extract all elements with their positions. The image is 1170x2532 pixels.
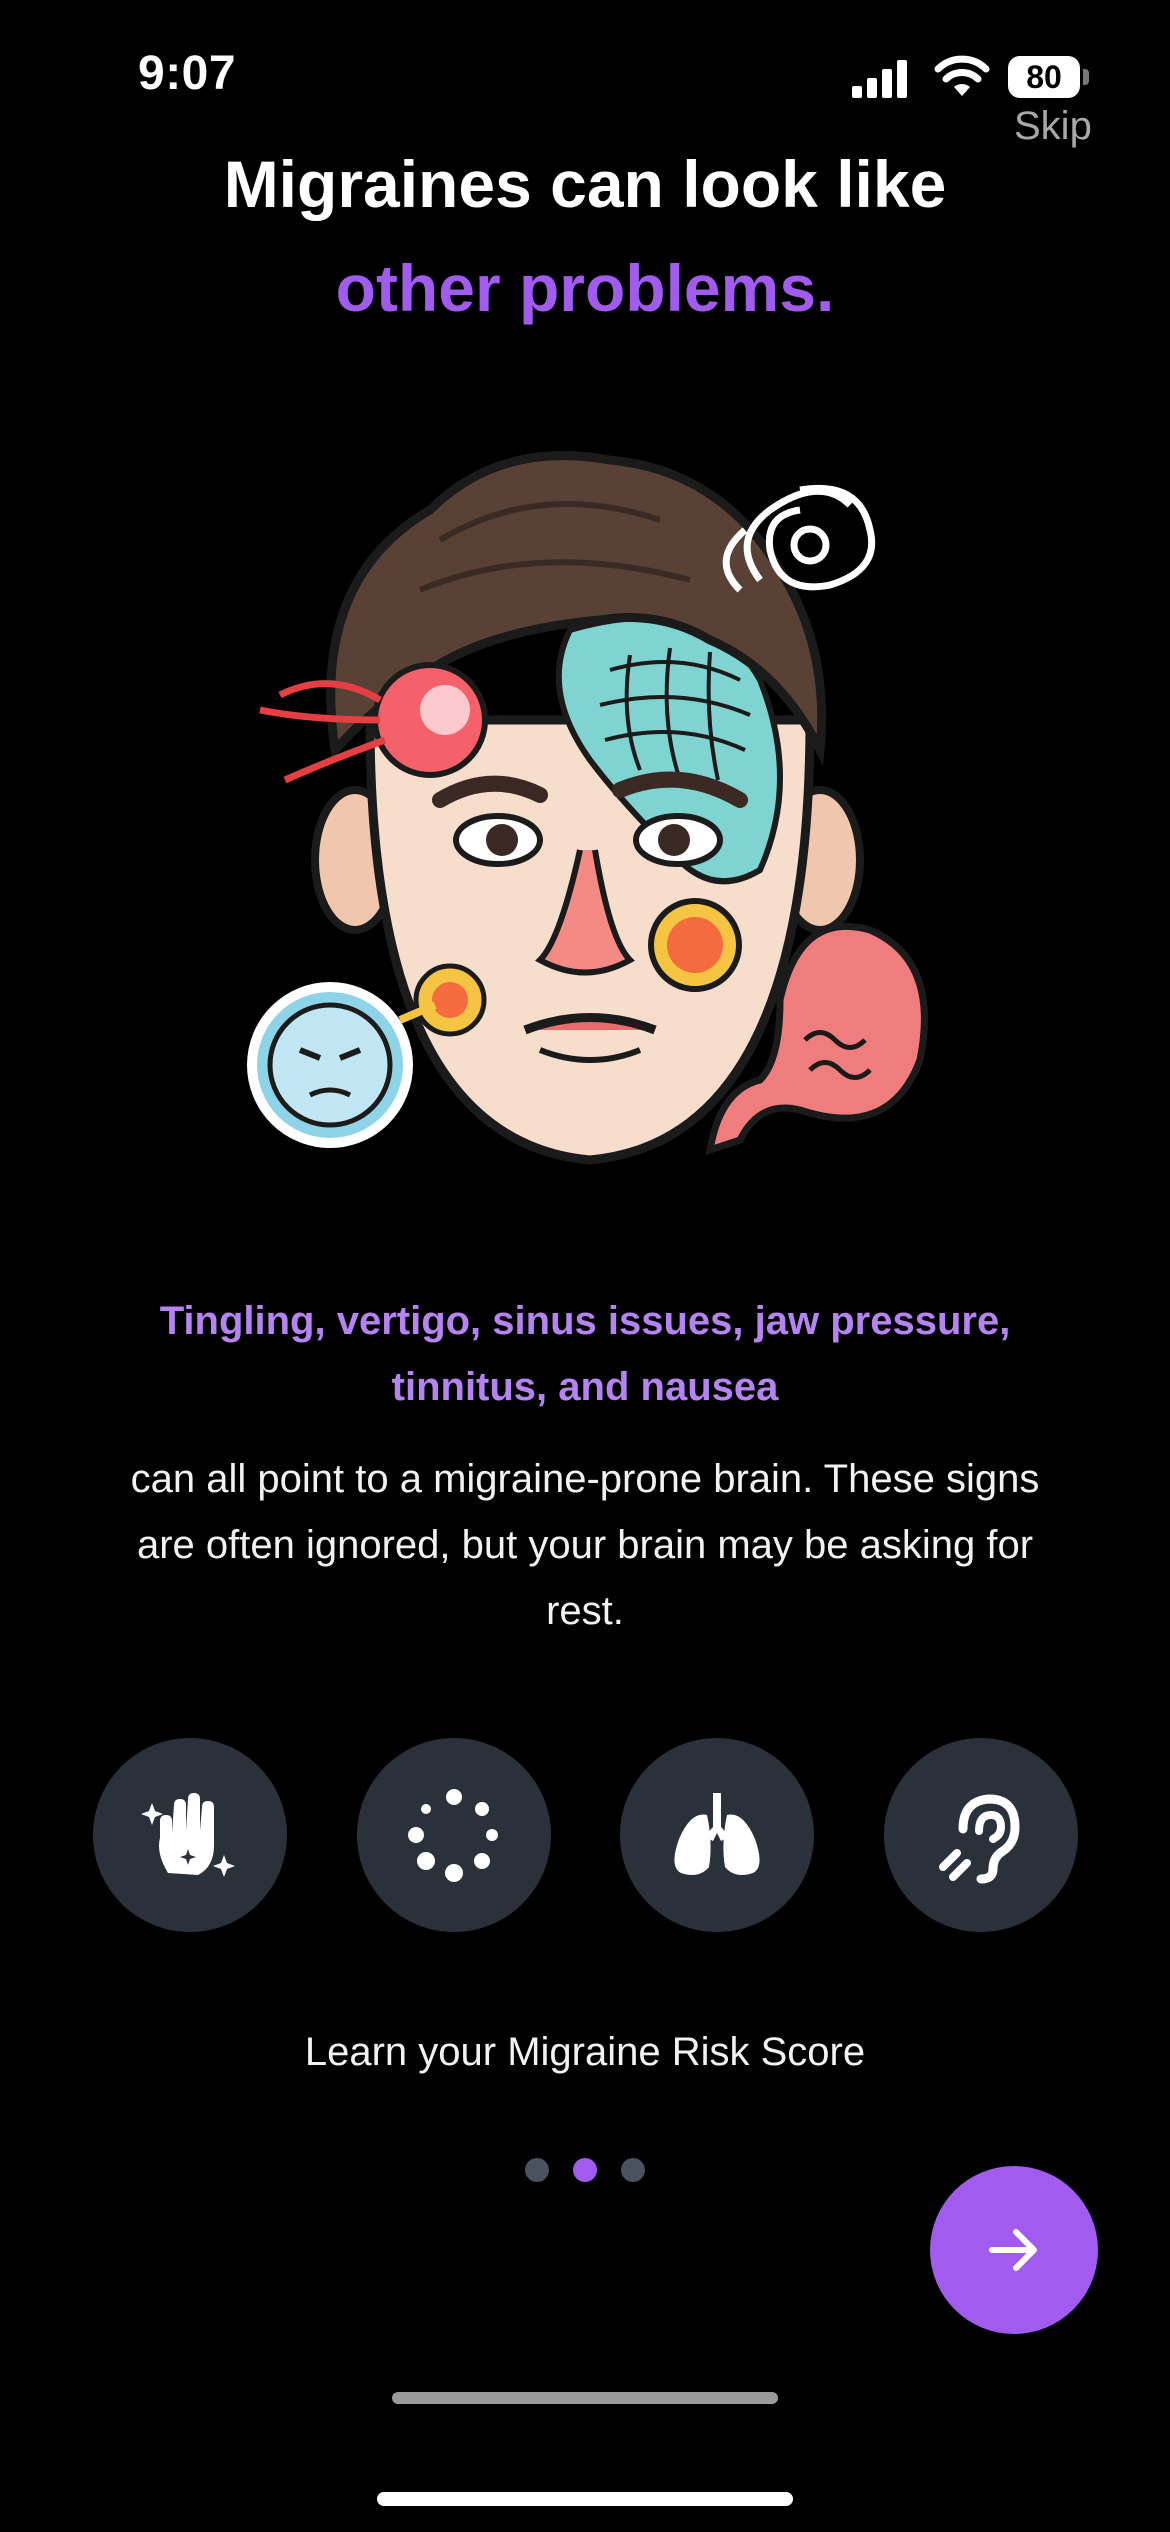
scroll-indicator — [392, 2392, 778, 2404]
status-bar: 9:07 80 — [0, 0, 1170, 150]
pagination-dot-3[interactable] — [621, 2158, 645, 2182]
skip-button[interactable]: Skip — [1014, 104, 1092, 149]
wifi-icon — [934, 55, 990, 96]
vertigo-dots-icon — [357, 1738, 551, 1932]
risk-score-prompt: Learn your Migraine Risk Score — [304, 2030, 866, 2074]
tingling-hand-icon — [93, 1738, 287, 1932]
migraine-face-illustration — [247, 451, 928, 1165]
lungs-icon — [620, 1738, 814, 1932]
battery-cap — [1083, 69, 1089, 85]
battery-icon: 80 — [1008, 56, 1090, 98]
ear-icon — [884, 1738, 1078, 1932]
symptoms-highlight: Tingling, vertigo, sinus issues, jaw pre… — [159, 1299, 1011, 1409]
home-indicator — [377, 2492, 793, 2506]
symptom-icon-row — [0, 1738, 1170, 1932]
page-title-line1: Migraines can look like — [223, 147, 947, 221]
battery-level: 80 — [1008, 56, 1080, 98]
arrow-right-icon — [989, 2229, 1037, 2271]
status-time: 9:07 — [138, 47, 237, 100]
pagination-dot-1[interactable] — [525, 2158, 549, 2182]
page-title-line2: other problems. — [335, 251, 835, 325]
description-text: can all point to a migraine-prone brain.… — [130, 1457, 1040, 1633]
pagination-dot-2-active[interactable] — [573, 2158, 597, 2182]
cellular-signal-icon — [852, 60, 907, 98]
next-button[interactable] — [930, 2166, 1098, 2334]
